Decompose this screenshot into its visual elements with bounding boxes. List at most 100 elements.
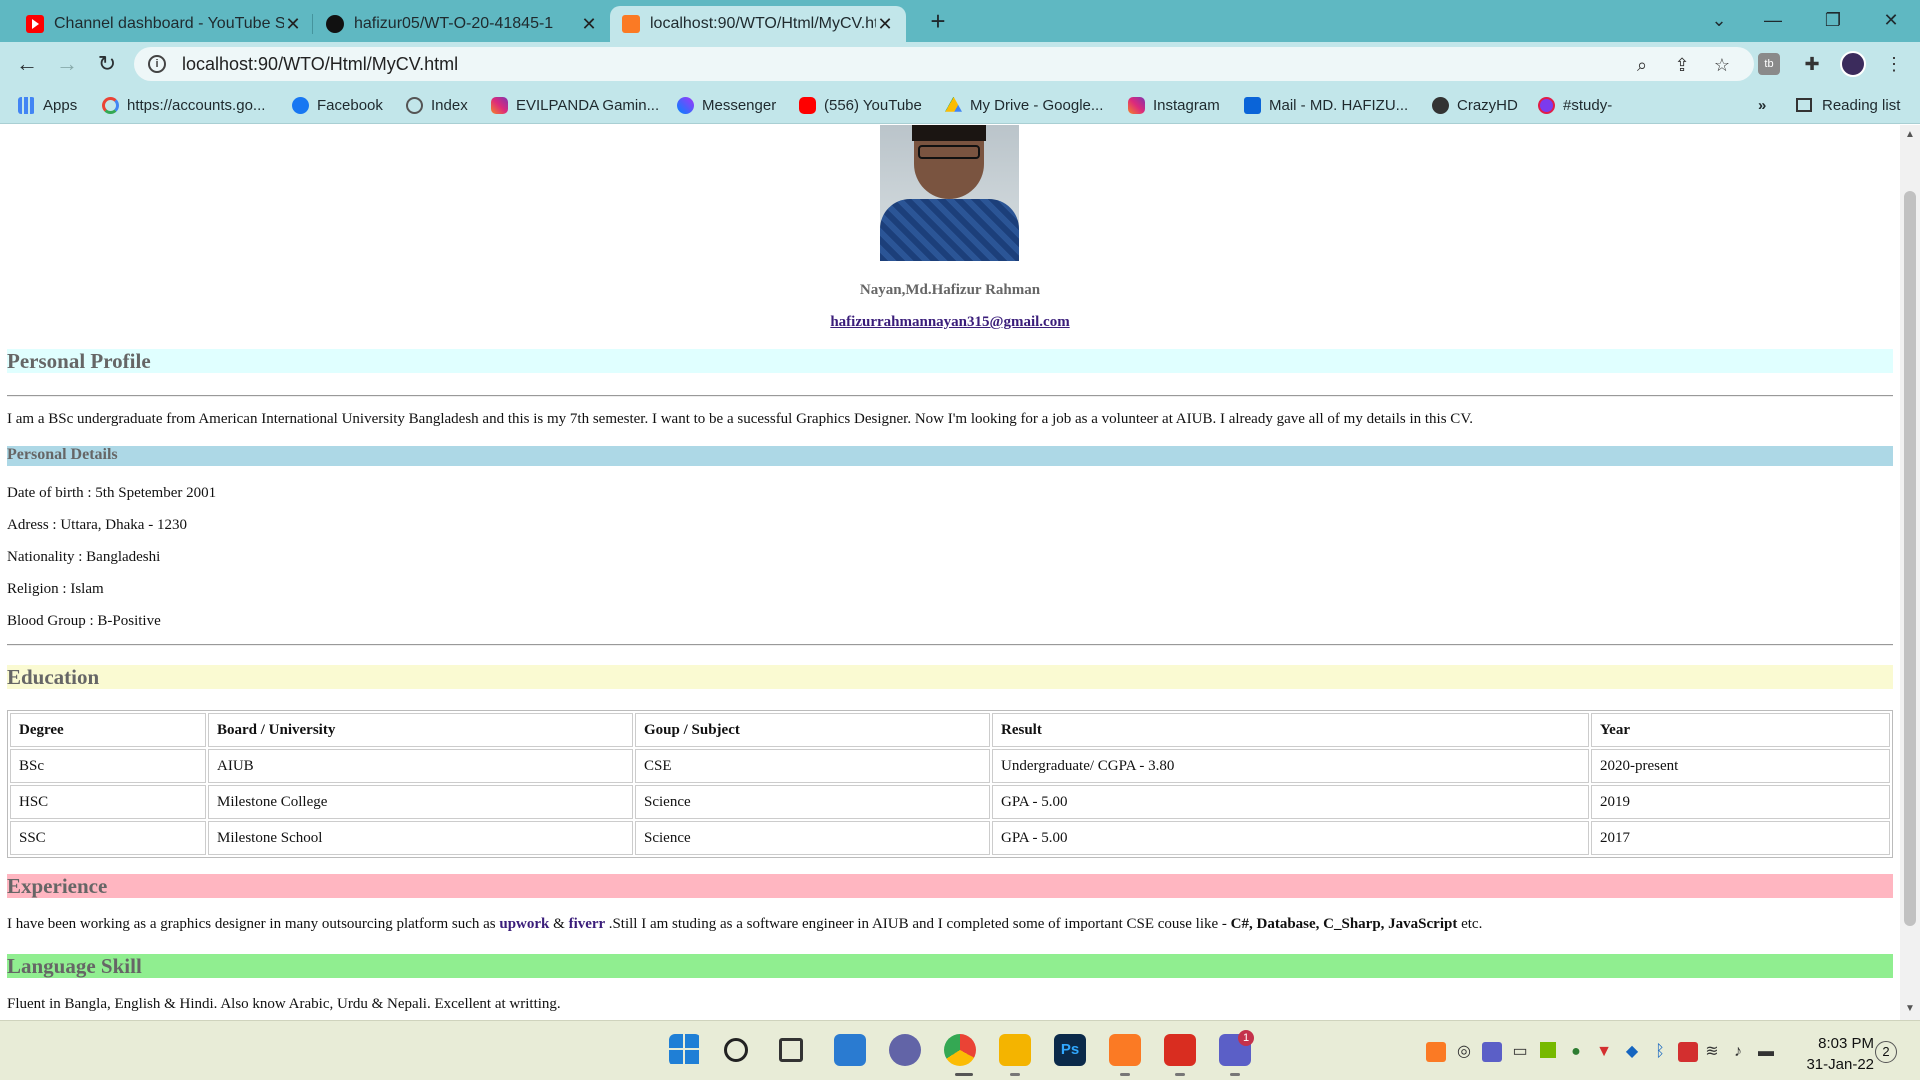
app-indicator	[1120, 1073, 1130, 1076]
share-icon[interactable]: ⇪	[1670, 53, 1694, 77]
bookmark-mail[interactable]: Mail - MD. HAFIZU...	[1244, 94, 1408, 116]
discord-tray-icon[interactable]: ◎	[1454, 1042, 1474, 1062]
teams-tray-icon[interactable]	[1482, 1042, 1502, 1062]
apps-grid-icon	[18, 96, 35, 114]
profile-avatar[interactable]	[1840, 51, 1866, 77]
bookmarks-bar: Apps https://accounts.go... Facebook Ind…	[0, 86, 1920, 124]
tab-youtube-studio[interactable]: Channel dashboard - YouTube St ✕	[14, 6, 314, 42]
network-globe-tray-icon[interactable]: ●	[1566, 1042, 1586, 1062]
email-link[interactable]: hafizurrahmannayan315@gmail.com	[0, 314, 1900, 331]
bookmark-facebook[interactable]: Facebook	[292, 94, 383, 116]
close-icon[interactable]: ✕	[284, 14, 302, 35]
battery-icon[interactable]: ▬	[1756, 1042, 1776, 1062]
extension-icon[interactable]: tb	[1758, 53, 1780, 75]
bluetooth-icon[interactable]: ᛒ	[1650, 1042, 1670, 1062]
column-header-degree: Degree	[10, 713, 206, 747]
nvidia-tray-icon[interactable]	[1540, 1042, 1556, 1058]
bookmark-label: My Drive - Google...	[970, 96, 1104, 114]
bookmark-apps[interactable]: Apps	[18, 94, 77, 116]
bookmark-instagram[interactable]: Instagram	[1128, 94, 1220, 116]
column-header-year: Year	[1591, 713, 1890, 747]
xampp-icon[interactable]	[1109, 1034, 1141, 1066]
vpn-tray-icon[interactable]: ▼	[1594, 1042, 1614, 1062]
windows-start-icon[interactable]	[669, 1034, 701, 1066]
skills-list: C#, Database, C_Sharp, JavaScript	[1230, 916, 1458, 932]
scroll-up-arrow[interactable]: ▲	[1904, 129, 1916, 140]
experience-heading: Experience	[7, 874, 1893, 898]
system-clock[interactable]: 8:03 PM 31-Jan-22	[1784, 1033, 1874, 1075]
tab-github[interactable]: hafizur05/WT-O-20-41845-1 ✕	[314, 6, 610, 42]
forward-button[interactable]: →	[52, 50, 82, 80]
table-cell: BSc	[10, 749, 206, 783]
bookmark-study[interactable]: #study-	[1538, 94, 1612, 116]
security-tray-icon[interactable]: ◆	[1622, 1042, 1642, 1062]
table-cell: Science	[635, 821, 990, 855]
bookmark-label: Index	[431, 96, 468, 114]
table-cell: SSC	[10, 821, 206, 855]
clock-date: 31-Jan-22	[1806, 1056, 1874, 1073]
tab-search-icon[interactable]: ⌄	[1694, 0, 1744, 40]
antivirus-tray-icon[interactable]	[1678, 1042, 1698, 1062]
google-icon	[102, 96, 119, 114]
experience-text-part: .Still I am studing as a software engine…	[608, 916, 1231, 932]
fiverr-link[interactable]: fiverr	[569, 916, 609, 932]
table-cell: Milestone College	[208, 785, 633, 819]
volume-icon[interactable]: ♪	[1728, 1042, 1748, 1062]
bookmark-youtube[interactable]: (556) YouTube	[799, 94, 922, 116]
display-tray-icon[interactable]: ▭	[1510, 1042, 1530, 1062]
bookmark-messenger[interactable]: Messenger	[677, 94, 776, 116]
zoom-icon[interactable]: ⌕	[1630, 53, 1654, 77]
close-icon[interactable]: ✕	[580, 14, 598, 35]
restore-button[interactable]: ❐	[1808, 0, 1858, 40]
chrome-icon[interactable]	[944, 1034, 976, 1066]
bookmark-crazyhd[interactable]: CrazyHD	[1432, 94, 1518, 116]
vertical-scrollbar[interactable]: ▲ ▼	[1900, 125, 1920, 1020]
menu-kebab-icon[interactable]: ⋮	[1880, 50, 1908, 78]
xampp-tray-icon[interactable]	[1426, 1042, 1446, 1062]
table-cell: Undergraduate/ CGPA - 3.80	[992, 749, 1589, 783]
address-bar[interactable]: i localhost:90/WTO/Html/MyCV.html ⌕ ⇪ ☆	[134, 47, 1754, 81]
experience-text: I have been working as a graphics design…	[7, 916, 1893, 933]
search-icon[interactable]	[724, 1038, 748, 1062]
upwork-link[interactable]: upwork	[499, 916, 553, 932]
notification-count[interactable]: 2	[1875, 1041, 1897, 1063]
file-explorer-icon[interactable]	[999, 1034, 1031, 1066]
url-text[interactable]: localhost:90/WTO/Html/MyCV.html	[182, 54, 458, 75]
bookmarks-overflow-button[interactable]: »	[1758, 94, 1766, 116]
scroll-down-arrow[interactable]: ▼	[1904, 1003, 1916, 1014]
widgets-icon[interactable]	[834, 1034, 866, 1066]
profile-photo	[880, 125, 1019, 261]
app-indicator	[1010, 1073, 1020, 1076]
back-button[interactable]: ←	[12, 50, 42, 80]
reload-button[interactable]: ↻	[92, 50, 122, 80]
bookmark-star-icon[interactable]: ☆	[1710, 53, 1734, 77]
close-window-button[interactable]: ✕	[1866, 0, 1916, 40]
app-indicator	[1230, 1073, 1240, 1076]
bookmark-index[interactable]: Index	[406, 94, 468, 116]
reading-list-label: Reading list	[1822, 96, 1901, 114]
wifi-icon[interactable]: ≋	[1702, 1042, 1722, 1062]
tab-divider	[312, 14, 313, 34]
education-heading: Education	[7, 665, 1893, 689]
tab-mycv[interactable]: localhost:90/WTO/Html/MyCV.ht ✕	[610, 6, 906, 42]
new-tab-button[interactable]: +	[923, 6, 953, 36]
extensions-puzzle-icon[interactable]: ✚	[1798, 50, 1826, 78]
bookmark-evilpanda[interactable]: EVILPANDA Gamin...	[491, 94, 659, 116]
teams-chat-icon[interactable]	[889, 1034, 921, 1066]
tab-title: hafizur05/WT-O-20-41845-1	[354, 15, 554, 32]
column-header-board: Board / University	[208, 713, 633, 747]
acrobat-icon[interactable]	[1164, 1034, 1196, 1066]
bookmark-google-accounts[interactable]: https://accounts.go...	[102, 94, 265, 116]
bookmark-google-drive[interactable]: My Drive - Google...	[945, 94, 1103, 116]
photoshop-icon[interactable]: Ps	[1054, 1034, 1086, 1066]
youtube-icon	[799, 96, 816, 114]
site-info-icon[interactable]: i	[148, 55, 166, 73]
reading-list-button[interactable]: Reading list	[1796, 94, 1900, 116]
minimize-button[interactable]: —	[1748, 0, 1798, 40]
task-view-icon[interactable]	[779, 1038, 803, 1062]
app-indicator	[1175, 1073, 1185, 1076]
close-icon[interactable]: ✕	[876, 14, 894, 35]
table-cell: 2017	[1591, 821, 1890, 855]
bookmark-label: EVILPANDA Gamin...	[516, 96, 660, 114]
scroll-thumb[interactable]	[1904, 191, 1916, 926]
